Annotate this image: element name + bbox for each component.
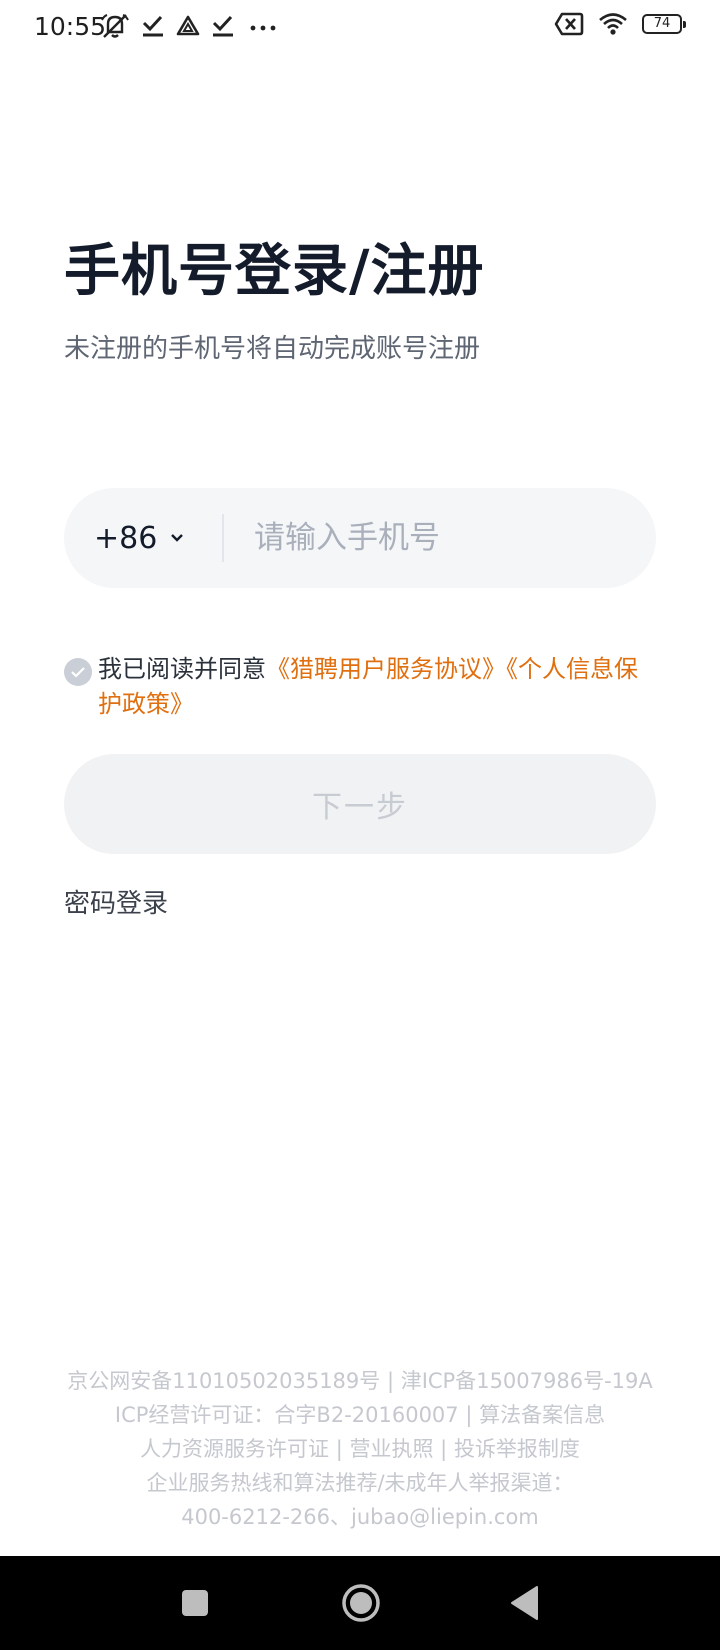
next-button[interactable]: 下一步 (64, 754, 656, 854)
status-bar: 10:55 74 (0, 0, 720, 54)
back-button[interactable] (500, 1556, 550, 1650)
more-dots-icon (250, 25, 276, 31)
status-left-icons (100, 12, 280, 40)
footer-line-2: ICP经营许可证：合字B2-20160007 | 算法备案信息 (0, 1398, 720, 1432)
battery-icon: 74 (642, 14, 686, 34)
agreement-checkbox[interactable] (64, 658, 92, 686)
footer-line-5: 400-6212-266、jubao@liepin.com (181, 1505, 539, 1529)
agreement-text: 我已阅读并同意《猎聘用户服务协议》《个人信息保护政策》 (98, 652, 654, 722)
home-button[interactable] (336, 1556, 386, 1650)
algorithm-filing-link[interactable]: 算法备案信息 (479, 1403, 605, 1427)
chevron-down-icon (171, 534, 184, 542)
page-title: 手机号登录/注册 (64, 239, 485, 304)
footer-separator: | (433, 1437, 454, 1461)
check-icon (212, 15, 233, 37)
user-agreement-link[interactable]: 《猎聘用户服务协议》 (266, 655, 506, 683)
country-code-selector[interactable]: +86 (94, 488, 185, 588)
footer-line-1: 京公网安备11010502035189号 | 津ICP备15007986号-19… (67, 1369, 653, 1393)
login-screen: 10:55 74 手机号登录/注册 未注册的手机号将自动完成账号注册 +86 请… (0, 0, 720, 1650)
hr-license-link[interactable]: 人力资源服务许可证 (140, 1437, 329, 1461)
mute-icon (101, 14, 129, 38)
check-icon (71, 667, 85, 678)
footer: 京公网安备11010502035189号 | 津ICP备15007986号-19… (0, 1364, 720, 1534)
triangle-icon (176, 15, 200, 36)
wifi-icon (599, 13, 627, 35)
country-code-label: +86 (94, 520, 158, 556)
footer-line-3: 人力资源服务许可证 | 营业执照 | 投诉举报制度 (0, 1432, 720, 1466)
circle-home-icon (342, 1584, 380, 1622)
navigation-bar (0, 1556, 720, 1650)
square-icon (182, 1590, 208, 1616)
complaint-policy-link[interactable]: 投诉举报制度 (454, 1437, 580, 1461)
input-divider (222, 514, 224, 562)
sim-x-icon (554, 12, 584, 36)
phone-input-row: +86 (64, 488, 656, 588)
footer-separator: | (329, 1437, 350, 1461)
agreement-prefix: 我已阅读并同意 (98, 655, 266, 683)
status-right-icons: 74 (554, 12, 686, 36)
footer-line-4: 企业服务热线和算法推荐/未成年人举报渠道： (146, 1471, 574, 1495)
recent-apps-button[interactable] (170, 1556, 220, 1650)
business-license-link[interactable]: 营业执照 (350, 1437, 434, 1461)
footer-icp-license: ICP经营许可证：合字B2-20160007 | (114, 1403, 480, 1427)
check-icon (142, 15, 163, 37)
back-triangle-icon (511, 1586, 538, 1620)
status-time: 10:55 (34, 12, 107, 41)
phone-input[interactable] (254, 488, 634, 588)
page-subtitle: 未注册的手机号将自动完成账号注册 (64, 334, 481, 364)
agreement-row: 我已阅读并同意《猎聘用户服务协议》《个人信息保护政策》 (64, 652, 654, 722)
password-login-link[interactable]: 密码登录 (64, 886, 168, 922)
